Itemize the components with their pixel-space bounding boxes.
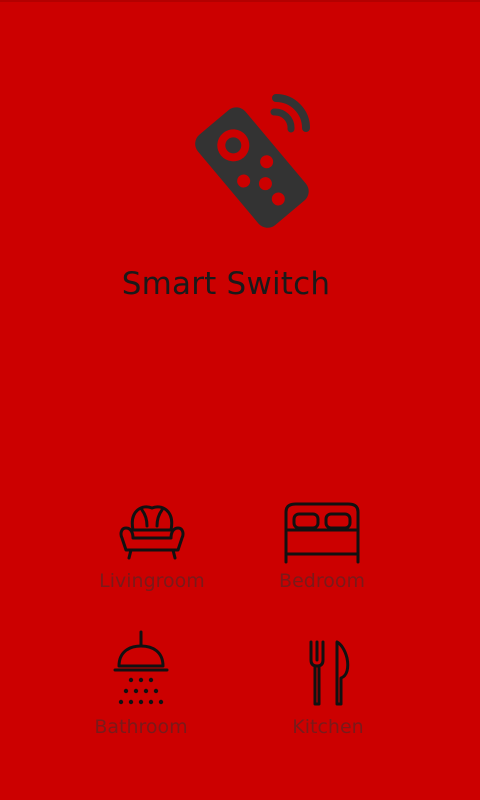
home-screen: Smart Switch Livingroom Bedroom Bathroom… <box>0 0 480 800</box>
status-strip <box>0 0 480 2</box>
room-label-kitchen: Kitchen <box>292 716 364 738</box>
room-tile-livingroom[interactable]: Livingroom <box>92 500 212 592</box>
fork-knife-icon <box>309 640 350 706</box>
bed-icon <box>284 502 360 564</box>
room-tile-kitchen[interactable]: Kitchen <box>268 630 388 738</box>
armchair-icon <box>119 505 185 560</box>
app-title: Smart Switch <box>121 266 331 302</box>
shower-icon <box>113 630 169 705</box>
room-tile-bedroom[interactable]: Bedroom <box>262 500 382 592</box>
room-label-livingroom: Livingroom <box>99 570 205 592</box>
room-label-bedroom: Bedroom <box>279 570 365 592</box>
room-tile-bathroom[interactable]: Bathroom <box>81 630 201 738</box>
remote-control-icon <box>195 94 310 228</box>
room-label-bathroom: Bathroom <box>94 716 188 738</box>
